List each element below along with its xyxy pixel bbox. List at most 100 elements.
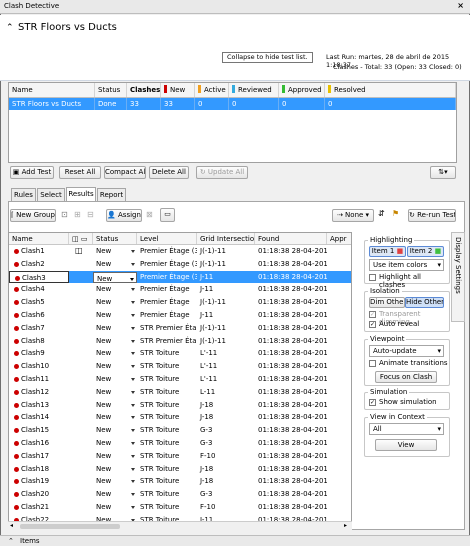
results-col-name[interactable]: Name xyxy=(9,233,69,244)
show-simulation-checkbox[interactable]: ✓ xyxy=(369,399,376,406)
status-dropdown[interactable]: New xyxy=(93,488,137,501)
test-row[interactable]: STR Floors vs Ducts Done 33 33 0 0 0 0 xyxy=(9,98,456,110)
result-row[interactable]: Clash13 New STR Toiture J-18 01:18:38 28-04-… xyxy=(9,399,351,412)
results-col-level[interactable]: Level xyxy=(137,233,197,244)
status-dropdown[interactable]: New xyxy=(93,322,137,335)
status-dropdown[interactable]: New xyxy=(93,283,137,296)
result-row[interactable]: Clash19 New STR Toiture J-18 01:18:38 28-04-… xyxy=(9,475,351,488)
viewpoint-select[interactable]: Auto-update ▾ xyxy=(369,345,444,357)
status-dropdown[interactable]: New xyxy=(93,399,137,412)
result-row[interactable]: Clash17 New STR Toiture F-10 01:18:38 28-04-… xyxy=(9,450,351,463)
result-row[interactable]: Clash4 New Premier Étage J-11 01:18:38 28-04… xyxy=(9,283,351,296)
status-dropdown[interactable]: New xyxy=(93,373,137,386)
status-dropdown[interactable]: New xyxy=(93,437,137,450)
auto-reveal-checkbox[interactable]: ✓ xyxy=(369,321,376,328)
tests-col-new[interactable]: New xyxy=(161,83,195,97)
scroll-right-icon[interactable]: ▸ xyxy=(344,522,347,529)
items-bar[interactable]: ⌃ Items xyxy=(0,535,470,546)
view-button[interactable]: View xyxy=(375,439,437,451)
delete-all-button[interactable]: Delete All xyxy=(149,166,189,179)
result-row[interactable]: Clash3 New Premier Étage (3) J-11 01:18:38 2… xyxy=(9,270,351,284)
remove-icon[interactable]: ⊟ xyxy=(87,210,94,219)
view-in-context-select[interactable]: All ▾ xyxy=(369,423,444,435)
status-dropdown[interactable]: New xyxy=(93,335,137,348)
unassign-icon[interactable]: ⊠ xyxy=(146,210,153,219)
new-group-button[interactable]: ⌈ New Group xyxy=(10,209,56,222)
item2-button[interactable]: Item 2 ■ xyxy=(407,246,444,257)
scroll-left-icon[interactable]: ◂ xyxy=(10,522,13,529)
tests-col-name[interactable]: Name xyxy=(9,83,95,97)
animate-transitions-checkbox[interactable] xyxy=(369,360,376,367)
tab-rules[interactable]: Rules xyxy=(11,188,36,201)
display-settings-tab[interactable]: Display Settings xyxy=(451,232,465,322)
status-dropdown[interactable]: New xyxy=(93,309,137,322)
none-dropdown[interactable]: ⇢ None ▾ xyxy=(332,209,374,222)
results-col-status[interactable]: Status xyxy=(93,233,137,244)
dim-other-button[interactable]: Dim Other xyxy=(369,297,405,308)
result-row[interactable]: Clash21 New STR Toiture F-10 01:18:38 28-04-… xyxy=(9,501,351,514)
status-dropdown[interactable]: New xyxy=(93,450,137,463)
add-test-button[interactable]: ▣ Add Test xyxy=(10,166,54,179)
tests-col-resolved[interactable]: Resolved xyxy=(325,83,456,97)
status-dropdown[interactable]: New xyxy=(93,296,137,309)
focus-on-clash-button[interactable]: Focus on Clash xyxy=(375,371,437,383)
result-row[interactable]: Clash16 New STR Toiture G-3 01:18:38 28-04-2… xyxy=(9,437,351,450)
result-row[interactable]: Clash14 New STR Toiture J-18 01:18:38 28-04-… xyxy=(9,411,351,424)
sort-icon[interactable]: ⇵ xyxy=(378,209,385,218)
collapse-chevron-icon[interactable]: ⌃ xyxy=(6,23,14,33)
result-row[interactable]: Clash11 New STR Toiture L'-11 01:18:38 28-04… xyxy=(9,373,351,386)
status-dropdown[interactable]: New xyxy=(93,386,137,399)
status-dropdown[interactable]: New xyxy=(93,271,137,283)
results-col-found[interactable]: Found xyxy=(255,233,327,244)
comment-button[interactable]: ▭ xyxy=(160,208,175,222)
result-row[interactable]: Clash15 New STR Toiture G-3 01:18:38 28-04-2… xyxy=(9,424,351,437)
update-all-button[interactable]: ↻ Update All xyxy=(196,166,248,179)
status-dropdown[interactable]: New xyxy=(93,463,137,476)
explode-icon[interactable]: ⊞ xyxy=(74,210,81,219)
result-row[interactable]: Clash10 New STR Toiture L'-11 01:18:38 28-04… xyxy=(9,360,351,373)
tab-report[interactable]: Report xyxy=(97,188,126,201)
status-dropdown[interactable]: New xyxy=(93,258,137,271)
results-col-grid-intersection[interactable]: Grid Intersection xyxy=(197,233,255,244)
result-row[interactable]: Clash2 New Premier Étage (3) J(-1)-11 01:18:… xyxy=(9,258,351,271)
tab-select[interactable]: Select xyxy=(37,188,65,201)
result-row[interactable]: Clash1 ◫ New Premier Étage (3) J(-1)-11 01:18… xyxy=(9,245,351,258)
result-row[interactable]: Clash12 New STR Toiture L-11 01:18:38 28-04-… xyxy=(9,386,351,399)
tests-col-reviewed[interactable]: Reviewed xyxy=(229,83,279,97)
results-col-appr[interactable]: Appr xyxy=(327,233,351,244)
horizontal-scrollbar[interactable]: ◂ ▸ xyxy=(8,521,352,530)
compact-all-button[interactable]: Compact All xyxy=(104,166,146,179)
transparent-dimming-checkbox[interactable]: ✓ xyxy=(369,311,376,318)
highlight-icon[interactable]: ⚑ xyxy=(392,209,399,218)
tests-col-status[interactable]: Status xyxy=(95,83,127,97)
expand-chevron-icon[interactable]: ⌃ xyxy=(8,537,14,545)
tests-col-clashes[interactable]: Clashes xyxy=(127,83,161,97)
reset-all-button[interactable]: Reset All xyxy=(59,166,101,179)
results-col-icons[interactable]: ◫ ▭ xyxy=(69,233,93,244)
assign-button[interactable]: 👤 Assign xyxy=(106,209,142,222)
rerun-test-button[interactable]: ↻ Re-run Test xyxy=(408,209,456,222)
status-dropdown[interactable]: New xyxy=(93,347,137,360)
status-dropdown[interactable]: New xyxy=(93,245,137,258)
result-row[interactable]: Clash20 New STR Toiture G-3 01:18:38 28-04-2… xyxy=(9,488,351,501)
result-row[interactable]: Clash9 New STR Toiture L'-11 01:18:38 28-04-… xyxy=(9,347,351,360)
result-row[interactable]: Clash8 New STR Premier ÉtageJ(-1)-11 01:18:… xyxy=(9,335,351,348)
tests-col-active[interactable]: Active xyxy=(195,83,229,97)
import-export-button[interactable]: ⇅▾ xyxy=(430,166,456,179)
result-row[interactable]: Clash6 New Premier Étage J-11 01:18:38 28-04… xyxy=(9,309,351,322)
result-row[interactable]: Clash18 New STR Toiture J-18 01:18:38 28-04-… xyxy=(9,463,351,476)
tests-col-approved[interactable]: Approved xyxy=(279,83,325,97)
close-icon[interactable]: × xyxy=(457,1,464,10)
status-dropdown[interactable]: New xyxy=(93,411,137,424)
highlight-mode-select[interactable]: Use item colors ▾ xyxy=(369,259,444,271)
highlight-all-checkbox[interactable] xyxy=(369,274,376,281)
item1-button[interactable]: Item 1 ■ xyxy=(369,246,406,257)
tab-results[interactable]: Results xyxy=(66,187,96,202)
hide-other-button[interactable]: Hide Other xyxy=(405,297,444,308)
scroll-thumb[interactable] xyxy=(20,524,120,529)
result-row[interactable]: Clash5 New Premier Étage J(-1)-11 01:18:38 2… xyxy=(9,296,351,309)
status-dropdown[interactable]: New xyxy=(93,360,137,373)
status-dropdown[interactable]: New xyxy=(93,501,137,514)
result-row[interactable]: Clash7 New STR Premier ÉtageJ(-1)-11 01:18:… xyxy=(9,322,351,335)
status-dropdown[interactable]: New xyxy=(93,475,137,488)
